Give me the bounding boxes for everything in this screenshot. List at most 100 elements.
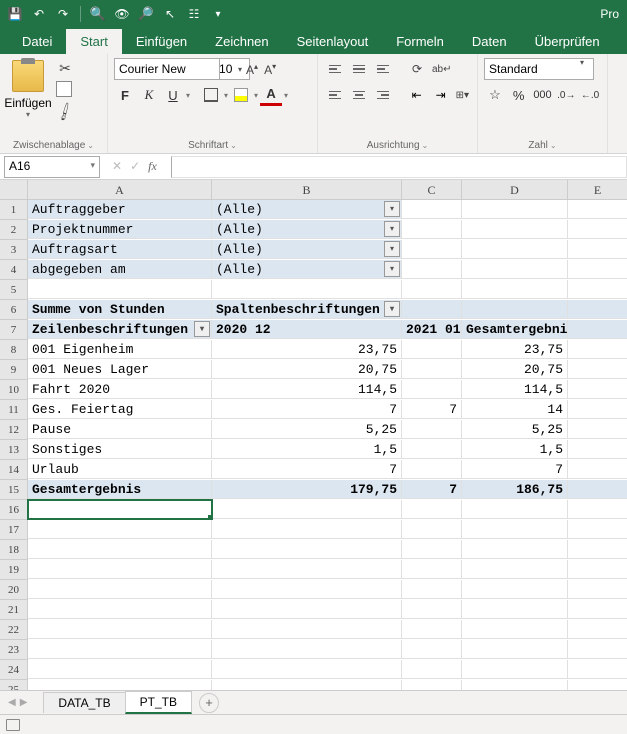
worksheet-grid[interactable]: ABCDE1Auftraggeber(Alle)▾2Projektnummer(… (0, 180, 627, 700)
row-header-17[interactable]: 17 (0, 520, 28, 540)
fill-color-button[interactable] (230, 84, 252, 106)
paste-button[interactable]: Einfügen ▾ (6, 58, 50, 122)
sheet-tab-data[interactable]: DATA_TB (43, 692, 125, 713)
cell[interactable] (402, 340, 462, 359)
tab-ansicht[interactable]: Ansicht (614, 29, 627, 54)
chevron-down-icon[interactable]: ▾ (186, 91, 190, 100)
shrink-font-button[interactable]: A▾ (262, 62, 278, 77)
wrap-text-button[interactable]: ab↵ (430, 58, 454, 80)
cell[interactable]: (Alle)▾ (212, 260, 402, 279)
number-format-select[interactable] (484, 58, 594, 80)
filter-dropdown-icon[interactable]: ▾ (384, 221, 400, 237)
cell[interactable]: 7 (402, 400, 462, 419)
row-header-14[interactable]: 14 (0, 460, 28, 480)
row-header-5[interactable]: 5 (0, 280, 28, 300)
tab-datei[interactable]: Datei (8, 29, 66, 54)
cell[interactable]: 14 (462, 400, 568, 419)
cell[interactable] (28, 520, 212, 539)
cell[interactable]: 1,5 (212, 440, 402, 459)
format-painter-button[interactable]: 🖌 (50, 98, 79, 126)
cell[interactable] (402, 620, 462, 639)
row-header-7[interactable]: 7 (0, 320, 28, 340)
bold-button[interactable]: F (114, 84, 136, 106)
cell[interactable] (568, 580, 627, 599)
record-macro-icon[interactable] (6, 719, 20, 731)
undo-icon[interactable]: ↶ (28, 3, 50, 25)
cell[interactable] (28, 500, 212, 519)
cell[interactable]: 7 (212, 400, 402, 419)
add-sheet-button[interactable]: + (199, 693, 219, 713)
align-right-button[interactable] (372, 84, 394, 106)
redo-icon[interactable]: ↷ (52, 3, 74, 25)
cell[interactable]: Sonstiges (28, 440, 212, 459)
cell[interactable]: 114,5 (212, 380, 402, 399)
cell[interactable] (462, 540, 568, 559)
tab-daten[interactable]: Daten (458, 29, 521, 54)
cell[interactable] (28, 280, 212, 299)
cell[interactable] (568, 560, 627, 579)
cell[interactable] (462, 520, 568, 539)
row-header-6[interactable]: 6 (0, 300, 28, 320)
cell[interactable] (28, 620, 212, 639)
cell[interactable]: 1,5 (462, 440, 568, 459)
currency-button[interactable]: ☆ (484, 84, 506, 106)
row-header-10[interactable]: 10 (0, 380, 28, 400)
cell[interactable] (462, 260, 568, 279)
cell[interactable] (568, 500, 627, 519)
cell[interactable] (28, 540, 212, 559)
cell[interactable]: 23,75 (462, 340, 568, 359)
bullets-icon[interactable]: ☷ (183, 3, 205, 25)
copy-button[interactable] (54, 80, 76, 100)
cell[interactable] (568, 300, 627, 319)
cell[interactable] (568, 420, 627, 439)
cell[interactable]: Fahrt 2020 (28, 380, 212, 399)
decrease-decimal-button[interactable]: ←.0 (579, 84, 601, 106)
cell[interactable]: 7 (462, 460, 568, 479)
cell[interactable] (402, 500, 462, 519)
column-header-B[interactable]: B (212, 180, 402, 200)
row-header-15[interactable]: 15 (0, 480, 28, 500)
tab-next-icon[interactable]: ▶ (20, 697, 28, 708)
tab-formeln[interactable]: Formeln (382, 29, 458, 54)
chevron-down-icon[interactable]: ▾ (224, 91, 228, 100)
cell[interactable] (402, 600, 462, 619)
cell[interactable]: abgegeben am (28, 260, 212, 279)
cell[interactable] (568, 340, 627, 359)
cell[interactable] (462, 300, 568, 319)
cell[interactable]: Zeilenbeschriftungen▾ (28, 320, 212, 339)
cell[interactable]: 5,25 (462, 420, 568, 439)
cancel-formula-icon[interactable]: ✕ (112, 159, 122, 174)
cell[interactable] (568, 540, 627, 559)
decrease-indent-button[interactable]: ⇤ (406, 84, 428, 106)
align-bottom-button[interactable] (372, 58, 394, 80)
chevron-down-icon[interactable]: ▾ (254, 91, 258, 100)
cell[interactable] (402, 440, 462, 459)
row-header-16[interactable]: 16 (0, 500, 28, 520)
cell[interactable] (212, 600, 402, 619)
tab-prev-icon[interactable]: ◀ (8, 697, 16, 708)
cell[interactable]: Gesamtergebnis (28, 480, 212, 499)
tab-einfuegen[interactable]: Einfügen (122, 29, 201, 54)
cell[interactable]: (Alle)▾ (212, 220, 402, 239)
cell[interactable] (568, 660, 627, 679)
cell[interactable]: 7 (212, 460, 402, 479)
cell[interactable]: 186,75 (462, 480, 568, 499)
accept-formula-icon[interactable]: ✓ (130, 159, 140, 174)
underline-button[interactable]: U (162, 84, 184, 106)
chevron-down-icon[interactable]: ▾ (284, 91, 288, 100)
cell[interactable]: 2020 12 (212, 320, 402, 339)
row-header-23[interactable]: 23 (0, 640, 28, 660)
italic-button[interactable]: K (138, 84, 160, 106)
cell[interactable] (212, 280, 402, 299)
cell[interactable]: 23,75 (212, 340, 402, 359)
cell[interactable]: 20,75 (462, 360, 568, 379)
row-header-3[interactable]: 3 (0, 240, 28, 260)
column-header-A[interactable]: A (28, 180, 212, 200)
tab-seitenlayout[interactable]: Seitenlayout (283, 29, 383, 54)
cell[interactable] (568, 620, 627, 639)
zoom-out-icon[interactable]: 🔍 (87, 3, 109, 25)
merge-center-button[interactable]: ⊞▾ (454, 84, 471, 106)
column-header-D[interactable]: D (462, 180, 568, 200)
cell[interactable] (462, 580, 568, 599)
cell[interactable]: Spaltenbeschriftungen▾ (212, 300, 402, 319)
